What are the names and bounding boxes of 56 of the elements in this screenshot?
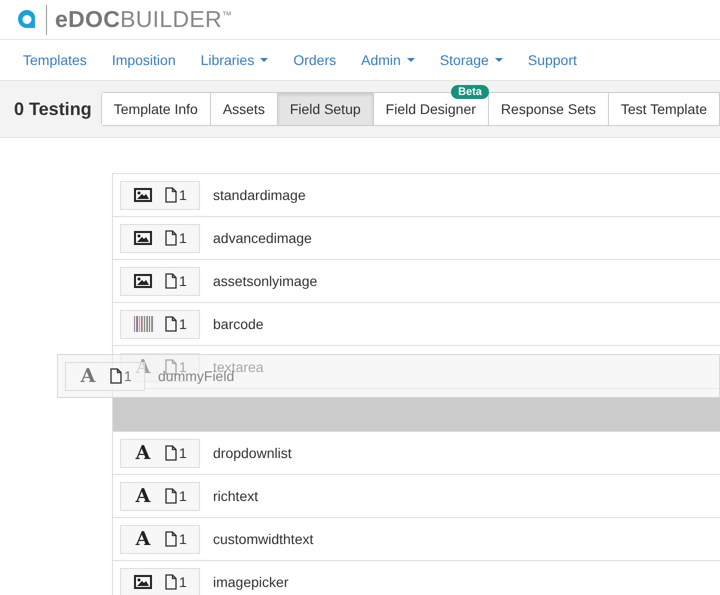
field-row[interactable]: A 1 dropdownlist: [113, 432, 720, 475]
image-icon: [133, 575, 153, 589]
tab[interactable]: Field Setup: [278, 93, 374, 125]
letter-a-icon: A: [133, 444, 153, 462]
field-row[interactable]: 1 advancedimage: [113, 217, 720, 260]
field-row[interactable]: 1 standardimage: [113, 174, 720, 217]
barcode-icon: [133, 316, 153, 332]
page-count: 1: [179, 574, 187, 590]
nav-link[interactable]: Admin: [361, 52, 415, 68]
nav-link[interactable]: Orders: [293, 52, 336, 68]
image-icon: [133, 231, 153, 245]
field-name: advancedimage: [213, 230, 312, 246]
page-count: 1: [124, 368, 132, 384]
tab[interactable]: Template Info: [102, 93, 211, 125]
field-name: dropdownlist: [213, 445, 292, 461]
page-count: 1: [179, 316, 187, 332]
field-row[interactable]: A 1 richtext: [113, 475, 720, 518]
page-icon: [110, 368, 122, 384]
field-name: customwidthtext: [213, 531, 314, 547]
page-icon: [165, 230, 177, 246]
page-count: 1: [179, 445, 187, 461]
nav-link[interactable]: Imposition: [112, 52, 176, 68]
page-icon: [165, 531, 177, 547]
page-count: 1: [179, 359, 187, 375]
beta-badge: Beta: [451, 85, 489, 99]
page-title: 0 Testing: [13, 98, 93, 120]
nav-link[interactable]: Storage: [440, 52, 503, 68]
page-icon: [165, 445, 177, 461]
nav-link[interactable]: Support: [528, 52, 577, 68]
page-icon: [165, 316, 177, 332]
field-name: standardimage: [213, 187, 306, 203]
letter-a-icon: A: [133, 486, 153, 506]
field-row[interactable]: A 1 customwidthtext: [113, 518, 720, 561]
page-icon: [165, 574, 177, 590]
page-icon: [165, 187, 177, 203]
field-name: assetsonlyimage: [213, 273, 318, 289]
page-count: 1: [179, 488, 187, 504]
field-row[interactable]: 1 barcode: [113, 303, 720, 346]
image-icon: [133, 274, 153, 288]
logo-text: eDOCBUILDER$^{™}$: [55, 6, 232, 33]
page-count: 1: [179, 273, 187, 289]
page-count: 1: [179, 187, 187, 203]
page-icon: [165, 273, 177, 289]
page-icon: [165, 488, 177, 504]
letter-a-icon: A: [78, 366, 98, 386]
page-count: 1: [179, 531, 187, 547]
field-row[interactable]: 1 imagepicker: [113, 561, 720, 595]
page-count: 1: [179, 230, 187, 246]
nav-link[interactable]: Libraries: [200, 52, 268, 68]
nav-link[interactable]: Templates: [23, 52, 87, 68]
letter-a-icon: A: [133, 530, 153, 548]
field-name: barcode: [213, 316, 264, 332]
field-name: imagepicker: [213, 574, 288, 590]
image-icon: [133, 188, 153, 202]
field-row[interactable]: 1 assetsonlyimage: [113, 260, 720, 303]
field-name: richtext: [213, 488, 258, 504]
